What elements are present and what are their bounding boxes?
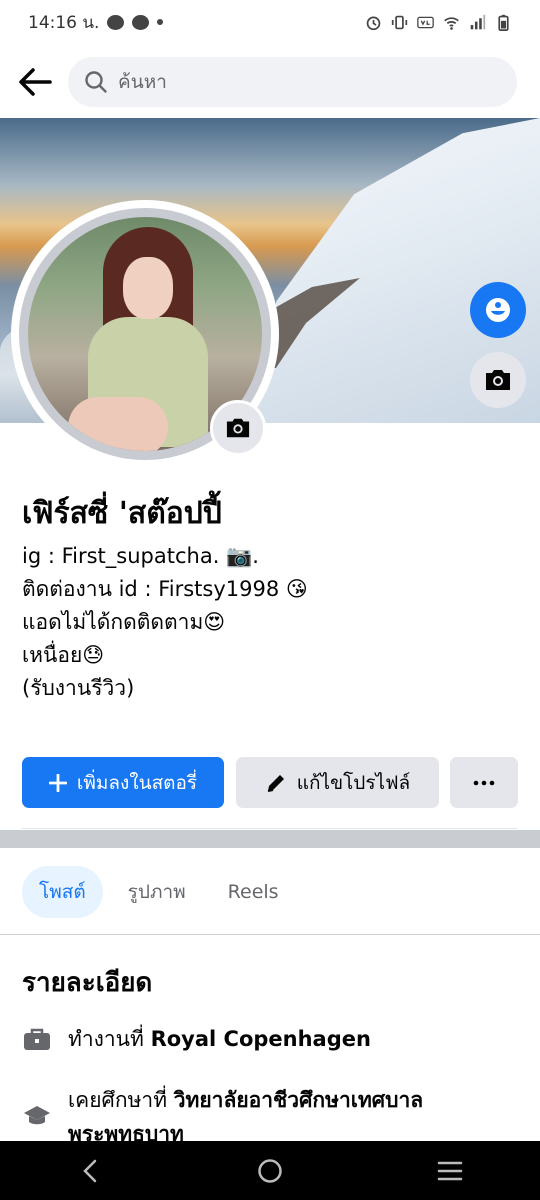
bio-line: เหนื่อย😓 — [22, 643, 105, 667]
profile-camera-button[interactable] — [210, 400, 266, 456]
avatar-edit-button[interactable] — [470, 282, 526, 338]
menu-lines-icon — [437, 1161, 463, 1180]
search-header — [0, 54, 540, 110]
camera-icon — [226, 418, 250, 438]
avatar-smile-icon — [486, 298, 510, 322]
bio-line: (รับงานรีวิว) — [22, 676, 135, 700]
graduation-cap-icon — [22, 1099, 52, 1133]
education-prefix: เคยศึกษาที่ — [68, 1088, 174, 1112]
chat-icon — [132, 14, 150, 30]
pencil-icon — [267, 774, 284, 792]
vibrate-icon — [391, 15, 408, 29]
divider — [22, 828, 518, 829]
tab-posts[interactable]: โพสต์ — [22, 866, 103, 918]
messenger-icon — [107, 14, 125, 30]
avatar-face — [123, 257, 173, 319]
tab-photos[interactable]: รูปภาพ — [111, 866, 203, 918]
arrow-left-icon — [19, 68, 52, 96]
back-button[interactable] — [10, 57, 60, 107]
battery-icon — [498, 14, 509, 31]
notification-dot-icon — [157, 19, 164, 25]
nav-home-button[interactable] — [240, 1141, 300, 1200]
search-icon — [85, 71, 107, 93]
profile-actions: เพิ่มลงในสตอรี่ แก้ไขโปรไฟล์ — [22, 757, 518, 808]
tabs-divider — [0, 934, 540, 935]
more-dots-icon — [473, 780, 495, 785]
more-options-button[interactable] — [450, 757, 518, 808]
home-circle-icon — [258, 1158, 282, 1183]
bio-line: ig : First_supatcha. 📷. — [22, 544, 259, 568]
work-prefix: ทำงานที่ — [68, 1027, 151, 1051]
details-title: รายละเอียด — [22, 968, 153, 998]
signal-icon — [470, 14, 486, 29]
add-to-story-button[interactable]: เพิ่มลงในสตอรี่ — [22, 757, 224, 808]
nav-back-button[interactable] — [60, 1141, 120, 1200]
plus-icon — [48, 773, 67, 792]
profile-bio: ig : First_supatcha. 📷. ติดต่องาน id : F… — [22, 540, 308, 705]
edit-profile-label: แก้ไขโปรไฟล์ — [296, 771, 411, 794]
alarm-icon — [366, 16, 381, 30]
profile-tabs: โพสต์ รูปภาพ Reels — [22, 866, 304, 918]
section-separator — [0, 830, 540, 848]
cover-camera-button[interactable] — [470, 352, 526, 408]
briefcase-icon — [22, 1022, 52, 1056]
tab-reels[interactable]: Reels — [211, 866, 296, 918]
bio-line: แอดไม่ได้กดติดตาม😍 — [22, 610, 226, 634]
profile-name: เฟิร์สซี่ 'สต๊อปปี้ — [22, 496, 222, 531]
volte-icon — [417, 16, 434, 28]
work-place-link[interactable]: Royal Copenhagen — [151, 1027, 371, 1051]
status-time: 14:16 น. — [28, 12, 100, 33]
search-bar[interactable] — [68, 57, 517, 107]
add-to-story-label: เพิ่มลงในสตอรี่ — [76, 771, 198, 794]
chevron-left-icon — [83, 1159, 97, 1182]
avatar-leg — [68, 397, 168, 451]
system-navigation-bar — [0, 1141, 540, 1200]
status-bar: 14:16 น. — [0, 0, 540, 44]
camera-icon — [486, 370, 510, 390]
wifi-icon — [444, 16, 459, 30]
search-input[interactable] — [118, 71, 498, 93]
bio-line: ติดต่องาน id : Firstsy1998 😘 — [22, 577, 308, 601]
nav-recents-button[interactable] — [420, 1141, 480, 1200]
edit-profile-button[interactable]: แก้ไขโปรไฟล์ — [236, 757, 439, 808]
detail-work: ทำงานที่ Royal Copenhagen — [22, 1022, 522, 1056]
